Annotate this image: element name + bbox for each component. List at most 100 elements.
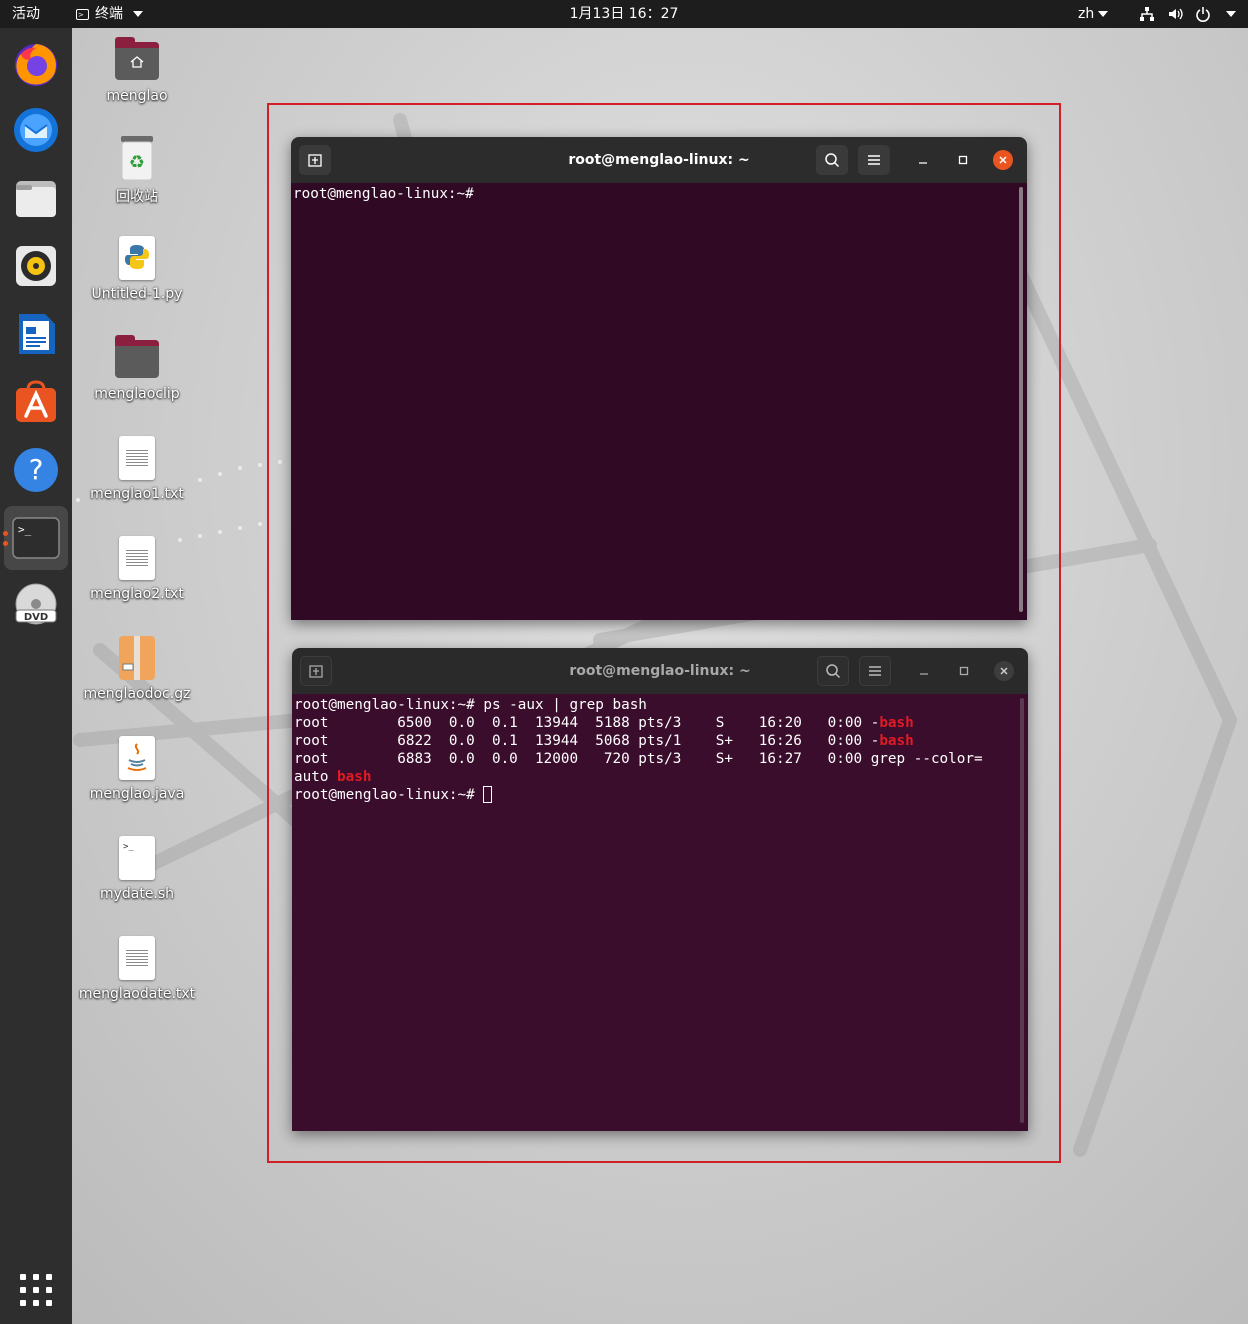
dvd-icon: DVD — [15, 583, 57, 625]
help-icon: ? — [14, 448, 58, 492]
desktop-icon-text[interactable]: menglaodate.txt — [67, 934, 207, 1002]
desktop-icon-folder[interactable]: menglaoclip — [67, 334, 207, 402]
svg-text:>_: >_ — [18, 523, 32, 536]
hamburger-icon — [869, 666, 881, 676]
search-button[interactable] — [816, 145, 848, 175]
running-indicator — [3, 541, 8, 546]
svg-text:DVD: DVD — [24, 612, 48, 623]
rhythmbox-icon — [16, 246, 56, 286]
svg-text:?: ? — [29, 453, 44, 486]
desktop-icon-label: mydate.sh — [99, 886, 175, 902]
dock-dvd[interactable]: DVD — [4, 574, 68, 638]
text-file-icon — [113, 434, 161, 482]
terminal-prompt-line: root@menglao-linux:~# — [294, 786, 1028, 804]
desktop-icon-label: menglao1.txt — [90, 486, 184, 502]
dock-thunderbird[interactable] — [4, 98, 68, 162]
dock-writer[interactable] — [4, 302, 68, 366]
desktop-icon-trash[interactable]: ♻ 回收站 — [67, 134, 207, 206]
shell-script-icon: >_ — [113, 834, 161, 882]
python-file-icon — [113, 234, 161, 282]
maximize-button[interactable] — [954, 661, 974, 681]
running-indicator — [3, 531, 8, 536]
search-icon — [826, 664, 841, 679]
network-icon — [1138, 5, 1156, 23]
volume-icon — [1166, 5, 1184, 23]
dock-files[interactable] — [4, 166, 68, 230]
desktop-icon-home[interactable]: menglao — [67, 36, 207, 104]
dock-help[interactable]: ? — [4, 438, 68, 502]
scrollbar[interactable] — [1019, 187, 1023, 612]
software-store-icon — [16, 380, 56, 422]
desktop-icon-label: menglaodate.txt — [78, 986, 196, 1002]
menu-button[interactable] — [859, 656, 891, 686]
terminal-icon: >_ — [12, 517, 60, 559]
search-button[interactable] — [817, 656, 849, 686]
dock-terminal[interactable]: >_ — [4, 506, 68, 570]
desktop-icon-label: Untitled-1.py — [91, 286, 183, 302]
terminal-output[interactable]: root@menglao-linux:~# — [291, 183, 1027, 620]
desktop-icon-java[interactable]: menglao.java — [67, 734, 207, 802]
desktop-icon-text[interactable]: menglao2.txt — [67, 534, 207, 602]
ps-output-row: auto bash — [294, 769, 372, 785]
desktop-icon-label: menglao — [106, 88, 168, 104]
lang-label: zh — [1078, 6, 1095, 22]
search-icon — [825, 153, 840, 168]
minimize-icon — [920, 673, 928, 675]
desktop-icon-label: 回收站 — [116, 189, 158, 205]
dock-rhythmbox[interactable] — [4, 234, 68, 298]
java-file-icon — [113, 734, 161, 782]
firefox-icon — [15, 44, 57, 86]
text-cursor — [483, 786, 493, 803]
files-icon — [16, 181, 56, 217]
maximize-button[interactable] — [953, 150, 973, 170]
maximize-icon — [958, 155, 968, 165]
menu-button[interactable] — [858, 145, 890, 175]
desktop-icon-label: menglao2.txt — [90, 586, 184, 602]
chevron-down-icon — [1098, 11, 1109, 17]
power-icon — [1194, 5, 1212, 23]
desktop-icon-archive[interactable]: menglaodoc.gz — [67, 634, 207, 702]
desktop-icon-python[interactable]: Untitled-1.py — [67, 234, 207, 302]
terminal-output[interactable]: root@menglao-linux:~# ps -aux | grep bas… — [292, 694, 1028, 1131]
minimize-icon — [919, 162, 927, 164]
home-folder-icon — [113, 36, 161, 84]
desktop-icon-label: menglaodoc.gz — [83, 686, 191, 702]
close-button[interactable] — [994, 661, 1014, 681]
desktop-icon-script[interactable]: >_ mydate.sh — [67, 834, 207, 902]
trash-icon: ♻ — [113, 134, 161, 182]
svg-text:♻: ♻ — [129, 152, 145, 173]
ps-output-row: root 6500 0.0 0.1 13944 5188 pts/3 S 16:… — [294, 715, 914, 731]
desktop-icon-text[interactable]: menglao1.txt — [67, 434, 207, 502]
terminal-window-bottom[interactable]: root@menglao-linux: ~ root@menglao-linux… — [292, 648, 1028, 1131]
terminal-mini-icon: > — [76, 8, 89, 20]
system-menu-button[interactable] — [1138, 0, 1236, 28]
close-icon — [999, 156, 1007, 164]
show-applications-button[interactable] — [20, 1274, 52, 1306]
hamburger-icon — [868, 155, 880, 165]
terminal-window-top[interactable]: root@menglao-linux: ~ root@menglao-linux… — [291, 137, 1027, 620]
terminal-titlebar[interactable]: root@menglao-linux: ~ — [292, 648, 1028, 694]
minimize-button[interactable] — [914, 661, 934, 681]
ps-output-row: root 6822 0.0 0.1 13944 5068 pts/1 S+ 16… — [294, 733, 914, 749]
top-bar: 活动 > 终端 1月13日 16：27 zh — [0, 0, 1248, 28]
desktop-icon-label: menglao.java — [89, 786, 185, 802]
input-method-button[interactable]: zh — [1078, 0, 1109, 28]
chevron-down-icon — [1226, 11, 1236, 17]
activities-button[interactable]: 活动 — [12, 0, 40, 28]
scrollbar[interactable] — [1020, 698, 1024, 1123]
clock-area: 1月13日 16：27 — [0, 0, 1248, 28]
app-menu-button[interactable]: > 终端 — [76, 0, 143, 28]
text-file-icon — [113, 934, 161, 982]
terminal-titlebar[interactable]: root@menglao-linux: ~ — [291, 137, 1027, 183]
thunderbird-icon — [14, 108, 58, 152]
maximize-icon — [959, 666, 969, 676]
close-button[interactable] — [993, 150, 1013, 170]
desktop-icon-label: menglaoclip — [94, 386, 180, 402]
dock-ubuntu-software[interactable] — [4, 370, 68, 434]
dock-firefox[interactable] — [4, 32, 68, 96]
clock-button[interactable]: 1月13日 16：27 — [570, 6, 679, 22]
folder-icon — [113, 334, 161, 382]
close-icon — [1000, 667, 1008, 675]
terminal-command-line: root@menglao-linux:~# ps -aux | grep bas… — [294, 697, 647, 713]
minimize-button[interactable] — [913, 150, 933, 170]
